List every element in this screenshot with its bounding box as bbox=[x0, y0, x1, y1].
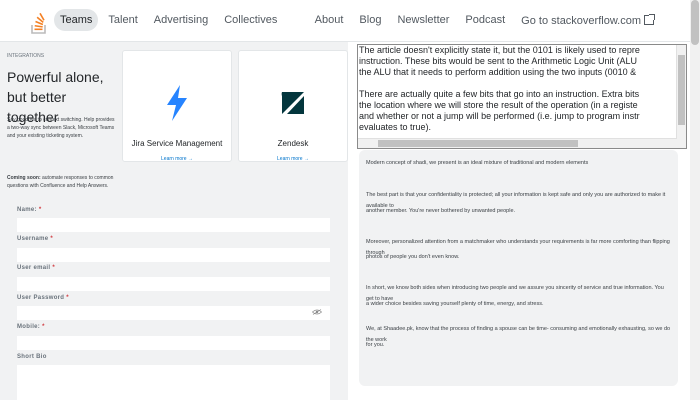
nav-go-to-stackoverflow[interactable]: Go to stackoverflow.com bbox=[515, 9, 660, 32]
external-link-icon bbox=[644, 14, 655, 25]
required-mark: * bbox=[50, 236, 54, 242]
email-label: User email * bbox=[17, 265, 55, 271]
nav-collectives[interactable]: Collectives bbox=[218, 9, 283, 31]
article-panel: Modern concept of shadi, we present is a… bbox=[359, 150, 678, 386]
article-paragraph: a wider choice besides saving yourself p… bbox=[366, 301, 544, 307]
stackoverflow-logo-icon[interactable] bbox=[31, 7, 47, 35]
email-field[interactable] bbox=[17, 277, 330, 291]
instruction-textarea[interactable]: The article doesn't explicitly state it,… bbox=[357, 44, 687, 149]
zendesk-card[interactable]: Zendesk Learn more → bbox=[238, 50, 348, 162]
password-label-text: User Password bbox=[17, 295, 65, 301]
mobile-label: Mobile: * bbox=[17, 324, 45, 330]
textbox-vertical-thumb[interactable] bbox=[678, 55, 685, 125]
password-field[interactable] bbox=[17, 306, 330, 320]
promo-description: Say goodbye to context switching. Help p… bbox=[7, 117, 115, 139]
zendesk-learn-more-link[interactable]: Learn more → bbox=[239, 156, 347, 162]
textbox-line: and whether or not a jump will be perfor… bbox=[359, 111, 640, 121]
required-mark: * bbox=[42, 324, 45, 330]
textbox-horizontal-scrollbar[interactable] bbox=[358, 138, 677, 148]
nav-newsletter[interactable]: Newsletter bbox=[391, 9, 455, 32]
jira-learn-more-link[interactable]: Learn more → bbox=[123, 156, 231, 162]
nav-left-group: Teams Talent Advertising Collectives bbox=[54, 9, 283, 31]
textbox-line: instruction. These bits would be sent to… bbox=[359, 56, 637, 66]
name-label: Name: * bbox=[17, 207, 41, 213]
nav-external-label: Go to stackoverflow.com bbox=[521, 15, 641, 27]
jira-card-title: Jira Service Management bbox=[131, 139, 223, 148]
zendesk-card-title: Zendesk bbox=[277, 139, 309, 148]
required-mark: * bbox=[52, 265, 55, 271]
textbox-line: There are actually quite a few bits that… bbox=[359, 89, 640, 99]
nav-teams[interactable]: Teams bbox=[54, 9, 99, 31]
nav-about[interactable]: About bbox=[309, 9, 350, 32]
article-paragraph: Modern concept of shadi, we present is a… bbox=[366, 160, 589, 166]
name-field[interactable] bbox=[17, 218, 330, 232]
textbox-line: evaluates to true). bbox=[359, 122, 432, 132]
top-navigation: Teams Talent Advertising Collectives Abo… bbox=[0, 0, 700, 42]
email-label-text: User email bbox=[17, 265, 51, 271]
coming-soon-label: Coming soon: bbox=[7, 175, 41, 181]
nav-podcast[interactable]: Podcast bbox=[459, 9, 511, 32]
mobile-label-text: Mobile: bbox=[17, 324, 41, 330]
mobile-field[interactable] bbox=[17, 336, 330, 350]
bio-textarea[interactable] bbox=[17, 365, 330, 400]
jira-icon bbox=[167, 85, 187, 121]
textbox-vertical-scrollbar[interactable] bbox=[676, 45, 686, 148]
promo-pretitle: INTEGRATIONS bbox=[7, 53, 45, 59]
nav-blog[interactable]: Blog bbox=[353, 9, 387, 32]
username-label-text: Username bbox=[17, 236, 49, 242]
page-scrollbar[interactable] bbox=[690, 0, 700, 400]
username-field[interactable] bbox=[17, 248, 330, 262]
required-mark: * bbox=[66, 295, 69, 301]
article-paragraph: for you. bbox=[366, 342, 385, 348]
article-paragraph: another member. You're never bothered by… bbox=[366, 208, 516, 214]
nav-talent[interactable]: Talent bbox=[102, 9, 143, 31]
bio-label: Short Bio bbox=[17, 354, 47, 360]
name-label-text: Name: bbox=[17, 207, 37, 213]
required-mark: * bbox=[38, 207, 42, 213]
page-scroll-thumb[interactable] bbox=[691, 0, 699, 45]
zendesk-icon bbox=[281, 92, 304, 114]
nav-advertising[interactable]: Advertising bbox=[148, 9, 214, 31]
textbox-line: The article doesn't explicitly state it,… bbox=[359, 45, 640, 55]
password-label: User Password * bbox=[17, 295, 69, 301]
textbox-line: the location where we will store the res… bbox=[359, 100, 638, 110]
article-paragraph: photos of people you don't even know. bbox=[366, 254, 460, 260]
jira-card[interactable]: Jira Service Management Learn more → bbox=[122, 50, 232, 162]
promo-coming-soon: Coming soon: automate responses to commo… bbox=[7, 174, 115, 190]
textbox-horizontal-thumb[interactable] bbox=[378, 140, 578, 147]
eye-icon[interactable] bbox=[312, 309, 322, 315]
username-label: Username * bbox=[17, 236, 53, 242]
nav-right-group: About Blog Newsletter Podcast Go to stac… bbox=[309, 9, 660, 32]
textbox-line: the ALU that it needs to perform additio… bbox=[359, 67, 637, 77]
